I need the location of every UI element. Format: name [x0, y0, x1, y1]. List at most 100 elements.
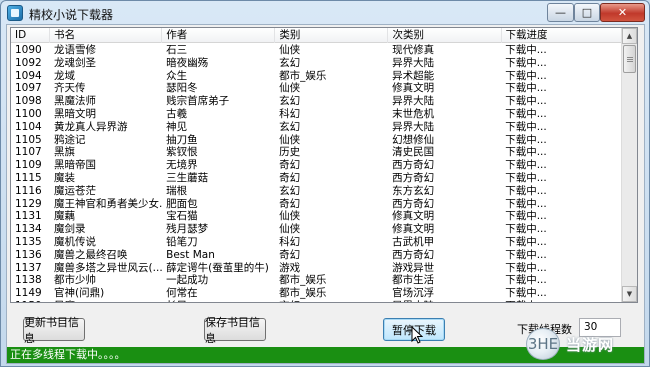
- cell-category: 玄幻: [279, 95, 301, 108]
- cell-id: 1092: [15, 56, 42, 69]
- table-row[interactable]: 1097 齐天传 瑟阳冬 仙侠 修真文明 下载中...: [11, 82, 623, 95]
- cell-subcategory: 古武机甲: [392, 235, 435, 248]
- site-watermark: 3HE 当游网: [526, 324, 644, 364]
- cell-subcategory: 异术超能: [392, 69, 435, 82]
- cell-subcategory: 西方奇幻: [392, 159, 435, 172]
- status-text: 正在多线程下载中。。。。: [10, 348, 126, 361]
- cell-progress: 下载中...: [505, 133, 547, 146]
- table-row[interactable]: 1136 魔兽之最终召唤 Best Man 奇幻 西方奇幻 下载中...: [11, 249, 623, 262]
- table-row[interactable]: 1149 官神(问鼎) 何常在 都市_娱乐 官场沉浮 下载中...: [11, 287, 623, 300]
- cell-id: 1137: [15, 261, 42, 274]
- cell-category: 仙侠: [279, 82, 301, 95]
- cell-subcategory: 修真文明: [392, 82, 435, 95]
- cell-progress: 下载中...: [505, 146, 547, 159]
- scroll-up-arrow-icon[interactable]: ▲: [622, 28, 637, 44]
- table-row[interactable]: 1129 魔王神官和勇者美少女... 肥面包 奇幻 西方奇幻 下载中...: [11, 198, 623, 211]
- close-button[interactable]: ✕: [600, 3, 645, 22]
- table-body: 1090 龙语雪修 石三 仙侠 现代修真 下载中... 1092 龙魂剑圣 暗夜幽殇 玄幻 异界大陆…: [11, 44, 623, 302]
- cell-category: 奇幻: [279, 159, 301, 172]
- cell-progress: 下载中...: [505, 223, 547, 236]
- watermark-text: 当游网: [566, 335, 615, 354]
- minimize-button[interactable]: —: [547, 3, 574, 22]
- table-row[interactable]: 1131 魔藕 宝石猫 仙侠 修真文明 下载中...: [11, 210, 623, 223]
- cell-subcategory: 西方奇幻: [392, 197, 435, 210]
- table-row[interactable]: 1137 魔兽多塔之异世风云(... 薛定谔牛(蚕茧里的牛) 游戏 游戏异世 下载中...: [11, 262, 623, 275]
- cell-id: 1104: [15, 120, 42, 133]
- cell-id: 1100: [15, 107, 42, 120]
- cell-author: 瑟阳冬: [166, 82, 198, 95]
- cell-id: 1109: [15, 159, 42, 172]
- column-header-progress[interactable]: 下载进度: [502, 28, 637, 43]
- vertical-scrollbar[interactable]: ▲ ▼: [621, 28, 637, 302]
- cell-subcategory: 游戏异世: [392, 261, 435, 274]
- cell-author: 宝石猫: [166, 210, 198, 223]
- column-header-author[interactable]: 作者: [162, 28, 276, 43]
- cell-progress: 下载中...: [501, 300, 623, 302]
- table-row[interactable]: 1116 魔运苍茫 瑞根 玄幻 东方玄幻 下载中...: [11, 185, 623, 198]
- table-row[interactable]: 1107 黑旗 紫钗恨 历史 清史民国 下载中...: [11, 146, 623, 159]
- column-header-title[interactable]: 书名: [50, 28, 163, 43]
- save-book-info-button[interactable]: 保存书目信息: [204, 316, 266, 345]
- cell-id: 1131: [15, 210, 42, 223]
- cell-author: 肥面包: [166, 197, 198, 210]
- cell-subcategory: 西方奇幻: [392, 171, 435, 184]
- cell-category: 奇幻: [279, 197, 301, 210]
- table-row[interactable]: 1135 魔机传说 铅笔刀 科幻 古武机甲 下载中...: [11, 236, 623, 249]
- cell-category: 游戏: [279, 261, 301, 274]
- cell-progress: 下载中...: [505, 44, 547, 56]
- cell-title: 风魔: [50, 300, 162, 302]
- column-header-category[interactable]: 类别: [275, 28, 389, 43]
- table-row[interactable]: 1094 龙域 众生 都市_娱乐 异术超能 下载中...: [11, 70, 623, 83]
- grip-line: [627, 57, 633, 58]
- cell-id: 1150: [11, 300, 50, 302]
- cell-subcategory: 异界大陆: [392, 56, 435, 69]
- table-row[interactable]: 1115 魔装 三生蘑菇 奇幻 西方奇幻 下载中...: [11, 172, 623, 185]
- cell-author: 众生: [166, 69, 188, 82]
- cell-author: 长风: [162, 300, 275, 302]
- cell-progress: 下载中...: [505, 274, 547, 287]
- title-bar[interactable]: 精校小说下载器 — □ ✕: [1, 1, 649, 25]
- cell-category: 历史: [279, 146, 301, 159]
- cell-title: 魔机传说: [54, 235, 97, 248]
- cell-subcategory: 西方奇幻: [392, 248, 435, 261]
- cell-id: 1135: [15, 235, 42, 248]
- scroll-down-arrow-icon[interactable]: ▼: [622, 286, 637, 302]
- cell-title: 魔王神官和勇者美少女...: [54, 197, 163, 210]
- column-header-subcategory[interactable]: 次类别: [388, 28, 502, 43]
- book-list-table[interactable]: ID 书名 作者 类别 次类别 下载进度 1090 龙语雪修 石三 仙侠 现代修真 下载中…: [10, 27, 638, 303]
- cell-progress: 下载中...: [505, 159, 547, 172]
- table-row[interactable]: 1098 黑魔法师 贱宗首席弟子 玄幻 异界大陆 下载中...: [11, 95, 623, 108]
- cell-id: 1090: [15, 44, 42, 56]
- cell-author: 瑞根: [166, 184, 188, 197]
- cell-progress: 下载中...: [505, 287, 547, 300]
- cell-author: 铅笔刀: [166, 235, 198, 248]
- cell-id: 1134: [15, 223, 42, 236]
- maximize-button[interactable]: □: [574, 3, 600, 22]
- table-row[interactable]: 1090 龙语雪修 石三 仙侠 现代修真 下载中...: [11, 44, 623, 57]
- watermark-logo-icon: 3HE: [526, 328, 560, 360]
- table-row[interactable]: 1092 龙魂剑圣 暗夜幽殇 玄幻 异界大陆 下载中...: [11, 57, 623, 70]
- table-row[interactable]: 1134 魔剑录 残月瑟梦 仙侠 修真文明 下载中...: [11, 223, 623, 236]
- table-row[interactable]: 1105 鸦途记 抽刀鱼 仙侠 幻想修仙 下载中...: [11, 134, 623, 147]
- cell-author: 一起成功: [166, 274, 209, 287]
- cell-category: 都市_娱乐: [279, 69, 327, 82]
- cell-author: 薛定谔牛(蚕茧里的牛): [166, 261, 269, 274]
- cell-title: 都市少帅: [54, 274, 97, 287]
- table-row[interactable]: 1100 黑暗文明 古羲 科幻 末世危机 下载中...: [11, 108, 623, 121]
- cell-author: 暗夜幽殇: [166, 56, 209, 69]
- cell-subcategory: 幻想修仙: [392, 133, 435, 146]
- cell-subcategory: 官场沉浮: [392, 287, 435, 300]
- cell-id: 1115: [15, 171, 42, 184]
- scroll-thumb[interactable]: [623, 45, 636, 73]
- update-book-info-button[interactable]: 更新书目信息: [23, 316, 85, 345]
- column-header-id[interactable]: ID: [11, 28, 51, 43]
- cell-id: 1149: [15, 287, 42, 300]
- cell-progress: 下载中...: [505, 56, 547, 69]
- table-row[interactable]: 1150风魔长风玄幻异界大陆下载中...: [11, 300, 623, 302]
- table-row[interactable]: 1109 黑暗帝国 无境界 奇幻 西方奇幻 下载中...: [11, 159, 623, 172]
- cell-category: 玄幻: [275, 300, 388, 302]
- table-row[interactable]: 1138 都市少帅 一起成功 都市_娱乐 都市生活 下载中...: [11, 274, 623, 287]
- table-row[interactable]: 1104 黄龙真人异界游 神见 玄幻 异界大陆 下载中...: [11, 121, 623, 134]
- cell-category: 都市_娱乐: [279, 287, 327, 300]
- cell-title: 鸦途记: [54, 133, 86, 146]
